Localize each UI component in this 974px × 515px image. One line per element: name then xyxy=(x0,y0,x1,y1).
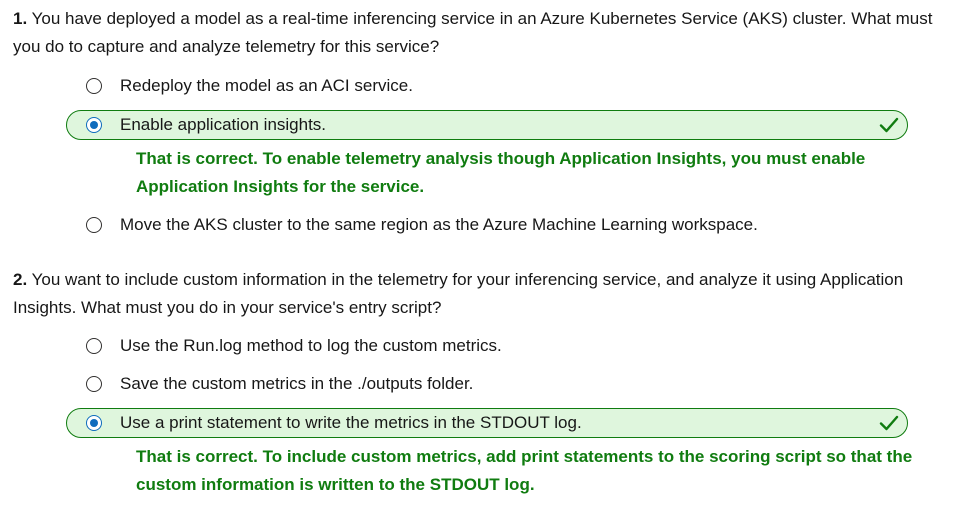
question-1-option-2[interactable]: Enable application insights. xyxy=(66,110,908,140)
option-label: Enable application insights. xyxy=(120,115,327,134)
checkmark-icon xyxy=(879,415,899,431)
question-1-feedback: That is correct. To enable telemetry ana… xyxy=(136,149,866,196)
radio-empty-icon[interactable] xyxy=(86,217,102,233)
checkmark-icon xyxy=(879,117,899,133)
option-label: Move the AKS cluster to the same region … xyxy=(120,215,758,234)
option-label: Use a print statement to write the metri… xyxy=(120,413,582,432)
radio-filled-icon[interactable] xyxy=(86,117,102,133)
radio-empty-icon[interactable] xyxy=(86,376,102,392)
question-1-number: 1. xyxy=(13,9,28,28)
radio-filled-icon[interactable] xyxy=(86,415,102,431)
question-1-option-3[interactable]: Move the AKS cluster to the same region … xyxy=(66,210,908,240)
question-2-text: You want to include custom information i… xyxy=(13,270,904,317)
question-2-option-3[interactable]: Use a print statement to write the metri… xyxy=(66,408,908,438)
question-2: 2. You want to include custom informatio… xyxy=(13,266,958,322)
question-2-option-2[interactable]: Save the custom metrics in the ./outputs… xyxy=(66,369,908,399)
question-2-option-1[interactable]: Use the Run.log method to log the custom… xyxy=(66,331,908,361)
option-label: Save the custom metrics in the ./outputs… xyxy=(120,374,474,393)
question-1-text: You have deployed a model as a real-time… xyxy=(13,9,933,56)
option-label: Use the Run.log method to log the custom… xyxy=(120,336,502,355)
question-1: 1. You have deployed a model as a real-t… xyxy=(13,5,958,61)
quiz-page: 1. You have deployed a model as a real-t… xyxy=(0,0,974,515)
question-1-option-1[interactable]: Redeploy the model as an ACI service. xyxy=(66,71,908,101)
question-2-feedback: That is correct. To include custom metri… xyxy=(136,447,913,494)
radio-empty-icon[interactable] xyxy=(86,338,102,354)
question-2-number: 2. xyxy=(13,270,28,289)
option-label: Redeploy the model as an ACI service. xyxy=(120,76,413,95)
radio-empty-icon[interactable] xyxy=(86,78,102,94)
